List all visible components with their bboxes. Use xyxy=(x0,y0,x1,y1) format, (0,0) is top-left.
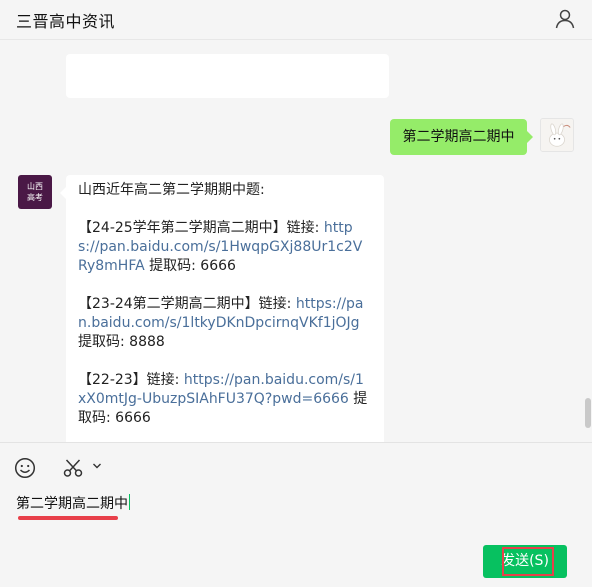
person-icon[interactable] xyxy=(554,8,576,30)
reply-message: 山西近年高二第二学期期中题: 【24-25学年第二学期高二期中】链接: http… xyxy=(60,175,384,442)
rabbit-avatar-icon xyxy=(541,119,573,151)
previous-message-bubble xyxy=(66,54,389,98)
text-caret xyxy=(129,494,130,510)
message-input[interactable]: 第二学期高二期中 xyxy=(16,493,576,517)
input-panel: 第二学期高二期中 发送(S) xyxy=(0,442,592,587)
bot-avatar-line2: 高考 xyxy=(27,193,43,202)
send-button[interactable]: 发送(S) xyxy=(483,545,567,578)
message-input-text: 第二学期高二期中 xyxy=(16,496,128,512)
message-list-scrollbar[interactable] xyxy=(585,398,591,428)
outgoing-message-text: 第二学期高二期中 xyxy=(402,129,515,145)
reply-item-label: 【23-24第二学期高二期中】链接: xyxy=(78,296,296,312)
emoji-icon[interactable] xyxy=(14,457,36,479)
bot-avatar[interactable]: 山西 高考 xyxy=(18,175,52,209)
outgoing-message: 第二学期高二期中 xyxy=(390,119,533,155)
chat-header: 三晋高中资讯 xyxy=(0,0,592,40)
bot-avatar-line1: 山西 xyxy=(27,182,43,191)
reply-item-code-label: 提取码: xyxy=(144,258,201,274)
red-underline-annotation xyxy=(18,516,118,520)
my-avatar[interactable] xyxy=(540,118,574,152)
reply-item: 【24-25学年第二学期高二期中】链接: https://pan.baidu.c… xyxy=(78,219,372,276)
reply-item: 【23-24第二学期高二期中】链接: https://pan.baidu.com… xyxy=(78,295,372,352)
reply-item-code-label: 提取码: xyxy=(78,334,130,350)
chat-title: 三晋高中资讯 xyxy=(16,12,116,31)
reply-item-code: 6666 xyxy=(200,258,236,274)
message-list[interactable]: 第二学期高二期中 山西 高考 山西近年高二第二学期期中题: 【24-25学年第二… xyxy=(0,40,592,442)
reply-item: 【22-23】链接: https://pan.baidu.com/s/1xX0m… xyxy=(78,371,372,428)
reply-item-code: 6666 xyxy=(115,410,151,426)
scissors-icon[interactable] xyxy=(62,457,84,479)
reply-item-code: 8888 xyxy=(129,334,165,350)
chat-window: 三晋高中资讯 第二学期高二期中 山西 高考 山西近年高二第二学期期中题: 【24… xyxy=(0,0,592,587)
reply-item-label: 【24-25学年第二学期高二期中】链接: xyxy=(78,220,324,236)
chevron-down-icon[interactable] xyxy=(92,461,102,471)
reply-intro: 山西近年高二第二学期期中题: xyxy=(78,182,265,198)
reply-item-label: 【22-23】链接: xyxy=(78,372,184,388)
